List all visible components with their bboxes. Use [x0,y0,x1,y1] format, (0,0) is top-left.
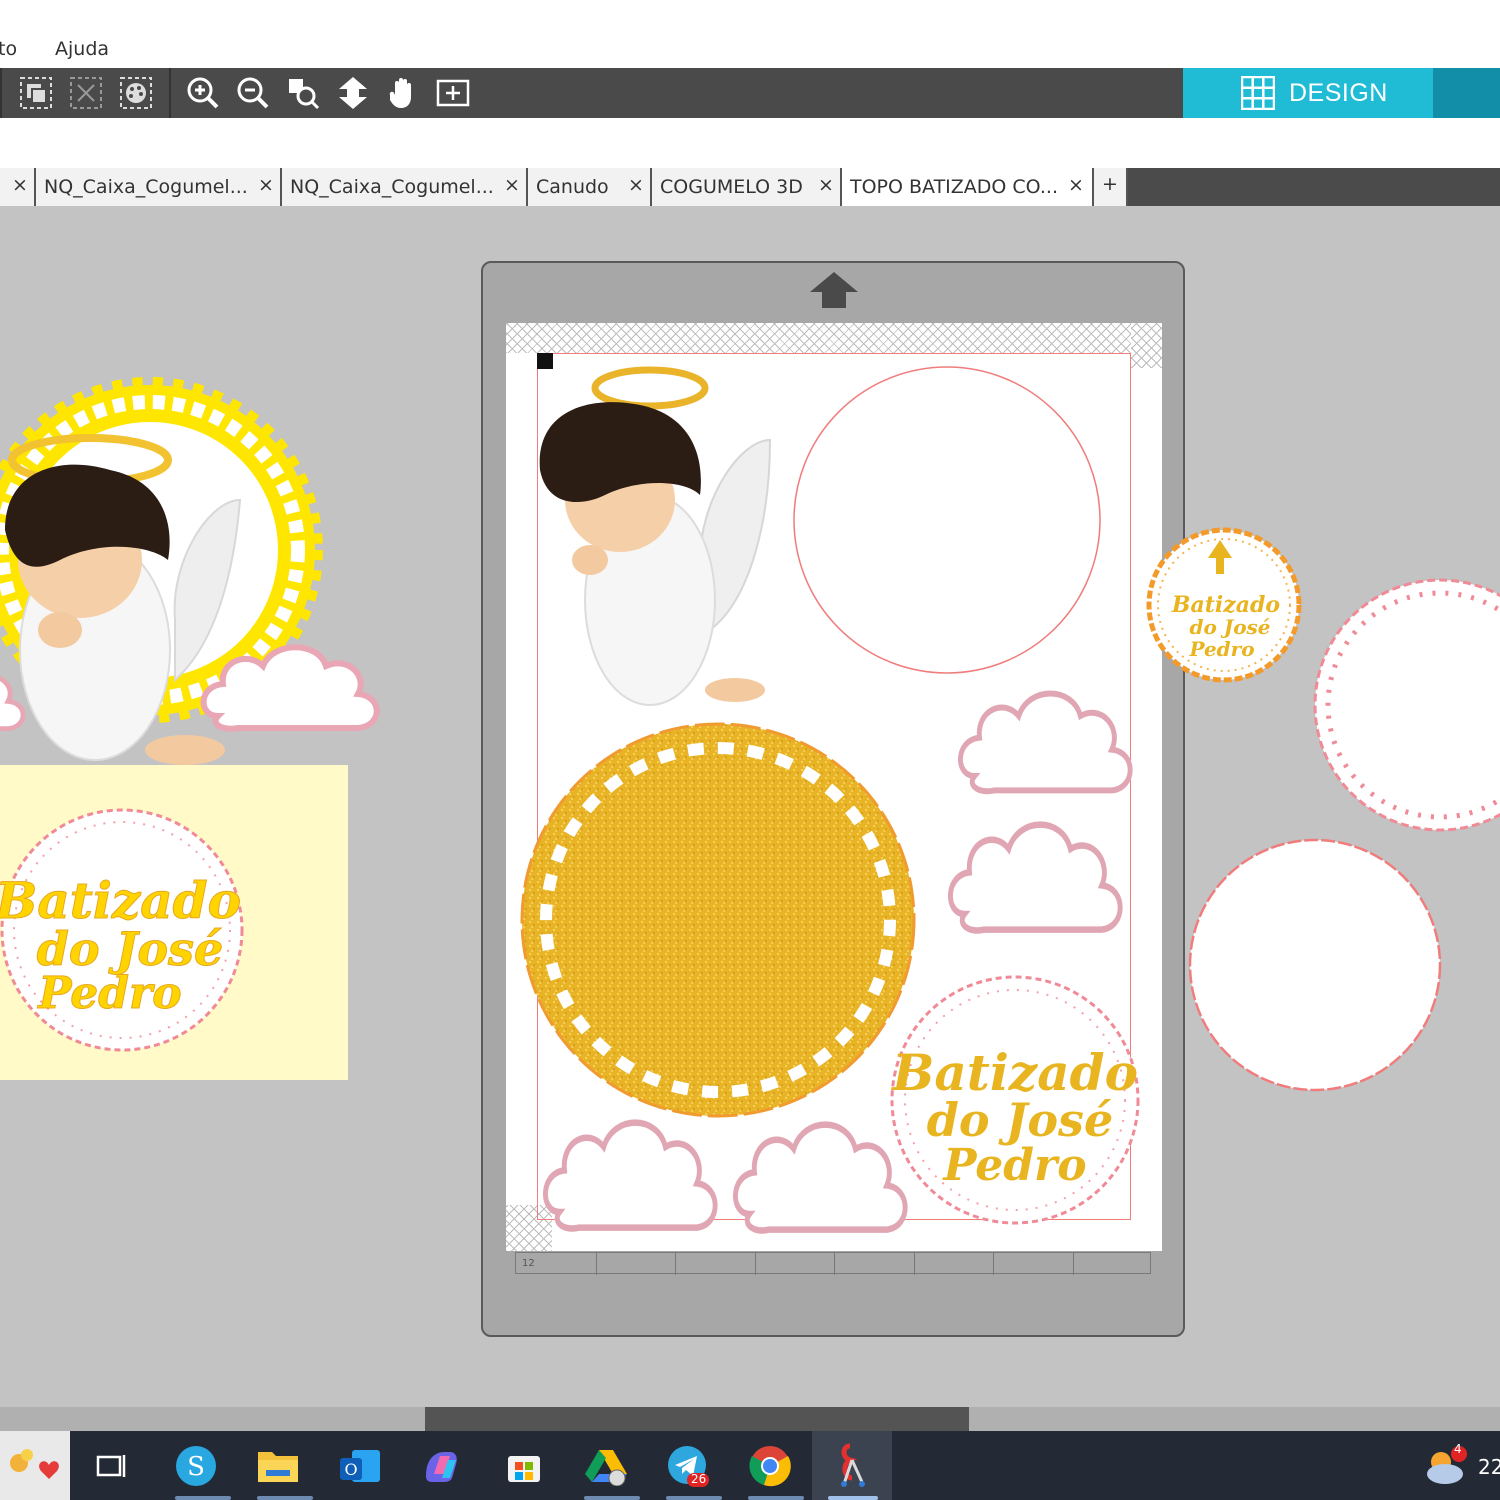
tab-label: Canudo [536,176,609,198]
widgets-flower-icon[interactable] [0,1431,70,1500]
tab-close-icon[interactable]: × [818,174,834,196]
document-tab-bar: × NQ_Caixa_Cogumel... × NQ_Caixa_Cogumel… [0,168,1500,206]
running-indicator [666,1496,722,1500]
zoom-fit-icon[interactable] [283,74,323,112]
menu-bar: to Ajuda [0,0,1500,68]
copilot-icon[interactable] [417,1441,467,1491]
move-down-icon[interactable] [333,74,373,112]
svg-text:S: S [187,1452,205,1482]
tab-label: COGUMELO 3D [660,176,803,198]
file-explorer-icon[interactable] [253,1441,303,1491]
badge-line2: do José [1189,615,1270,639]
running-indicator [257,1496,313,1500]
tab-close-icon[interactable]: × [1068,174,1084,196]
tab-close-icon[interactable]: × [12,174,28,196]
tab-close-icon[interactable]: × [504,174,520,196]
cloud-mat-2[interactable] [950,825,1120,931]
badge-line3: Pedro [1188,637,1254,661]
add-tab-button[interactable]: + [1094,168,1128,206]
plus-icon: + [1102,173,1118,195]
scallop-eyelet-doily[interactable] [1313,578,1500,832]
scallop-plain-circle[interactable] [1188,838,1442,1092]
palette-icon[interactable] [116,74,156,112]
group-icon[interactable] [16,74,56,112]
tab-nq-caixa-2[interactable]: NQ_Caixa_Cogumel... × [282,168,528,206]
sub-toolbar [0,118,1500,168]
windows-taskbar: S O 26 4 [0,1431,1500,1500]
google-drive-icon[interactable] [581,1441,631,1491]
grid-icon [1241,76,1275,110]
label-mat-line3: Pedro [941,1140,1086,1191]
telegram-icon[interactable]: 26 [663,1441,713,1491]
cloud-mat-1[interactable] [960,694,1130,792]
running-indicator [175,1496,231,1500]
cloud-mat-3[interactable] [545,1123,715,1229]
toolbar-separator [169,68,171,118]
active-indicator [828,1496,878,1500]
label-mat-line2: do José [927,1093,1113,1147]
tab-nq-caixa-1[interactable]: NQ_Caixa_Cogumel... × [36,168,282,206]
telegram-badge: 26 [691,1472,707,1486]
toolbar: DESIGN [0,68,1500,118]
weather-icon[interactable]: 4 [1420,1441,1470,1491]
tab-label: NQ_Caixa_Cogumel... [290,176,494,198]
svg-text:O: O [344,1460,357,1479]
toolbar-separator [0,68,2,118]
ungroup-icon[interactable] [66,74,106,112]
weather-badge: 4 [1454,1442,1462,1456]
menu-item-partial[interactable]: to [0,38,17,60]
gold-doily[interactable] [520,722,916,1118]
circle-cut-shape[interactable] [793,366,1101,674]
zoom-in-icon[interactable] [183,74,223,112]
taskbar-clock[interactable]: 22 [1478,1455,1500,1479]
design-label: DESIGN [1289,78,1388,107]
horizontal-scroll-thumb[interactable] [425,1407,969,1431]
cloud-mat-4[interactable] [735,1125,905,1231]
microsoft-store-icon[interactable] [499,1441,549,1491]
zoom-out-icon[interactable] [233,74,273,112]
silhouette-studio-icon[interactable]: S [171,1441,221,1491]
tab-cogumelo-3d[interactable]: COGUMELO 3D × [652,168,842,206]
toolbar-right-panel[interactable] [1433,68,1500,118]
running-indicator [748,1496,804,1500]
running-indicator [584,1496,640,1500]
tab-label: NQ_Caixa_Cogumel... [44,176,248,198]
fit-page-icon[interactable] [433,74,473,112]
tab-close-icon[interactable]: × [258,174,274,196]
design-tab-button[interactable]: DESIGN [1183,68,1433,118]
mat-objects[interactable]: Batizado do José Pedro Batizado do José … [0,206,1500,1406]
cutting-app-icon[interactable] [812,1431,892,1500]
tab-partial[interactable]: × [0,168,36,206]
angel-figure-mat[interactable] [539,366,772,706]
chrome-icon[interactable] [745,1441,795,1491]
menu-item-help[interactable]: Ajuda [55,38,109,60]
pan-hand-icon[interactable] [383,74,423,112]
tab-topo-batizado[interactable]: TOPO BATIZADO CO... × [842,168,1094,206]
tab-label: TOPO BATIZADO CO... [850,176,1058,198]
tab-canudo[interactable]: Canudo × [528,168,652,206]
tab-close-icon[interactable]: × [628,174,644,196]
task-view-icon[interactable] [86,1441,136,1491]
outlook-icon[interactable]: O [335,1441,385,1491]
